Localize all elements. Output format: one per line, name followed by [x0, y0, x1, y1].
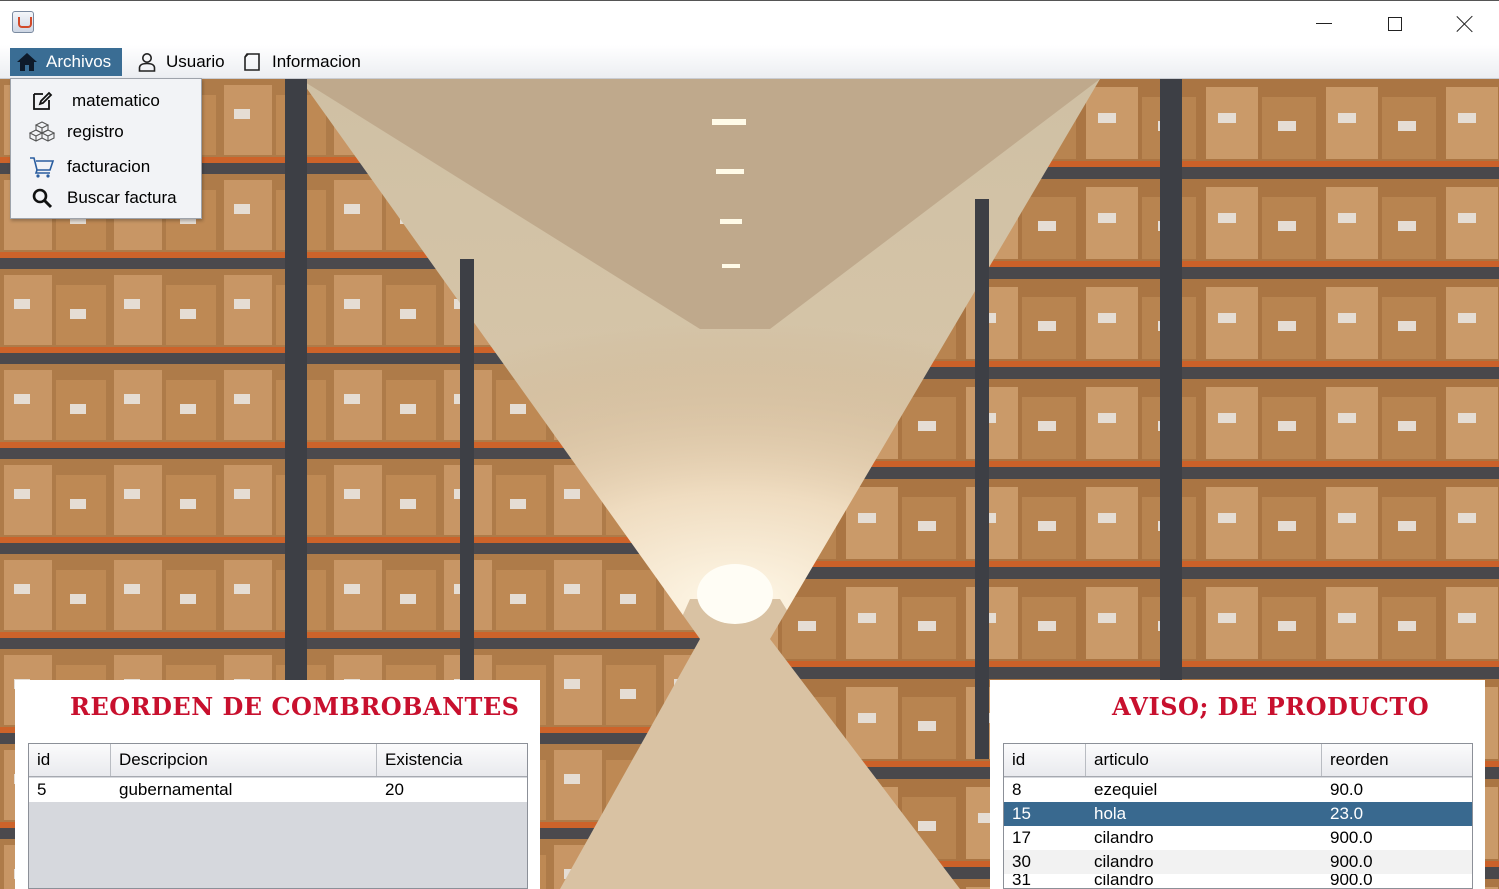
- cell-id: 17: [1012, 828, 1031, 847]
- cell-id: 8: [1012, 780, 1022, 799]
- menu-item-label: registro: [67, 122, 124, 141]
- close-button[interactable]: [1430, 1, 1499, 46]
- menu-informacion-label: Informacion: [272, 52, 361, 71]
- cell-articulo: cilandro: [1094, 874, 1154, 888]
- cell-id: 30: [1012, 852, 1031, 871]
- menu-informacion[interactable]: Informacion: [236, 48, 367, 76]
- cell-articulo: cilandro: [1094, 852, 1154, 871]
- cell-descripcion: gubernamental: [119, 780, 233, 799]
- table-row[interactable]: 31 cilandro 900.0: [1004, 874, 1472, 888]
- cell-articulo: cilandro: [1094, 828, 1154, 847]
- aviso-panel: AVISO; DE PRODUCTO id articulo reorden 8…: [990, 680, 1485, 889]
- menu-item-buscar-factura[interactable]: Buscar factura: [11, 183, 201, 213]
- table-row[interactable]: 17 cilandro 900.0: [1004, 826, 1472, 850]
- column-header-articulo[interactable]: articulo: [1086, 744, 1322, 776]
- reorden-table[interactable]: id Descripcion Existencia 5 gubernamenta…: [28, 743, 528, 889]
- minimize-icon: [1316, 23, 1332, 24]
- menu-usuario[interactable]: Usuario: [130, 48, 231, 76]
- edit-icon: [29, 88, 55, 114]
- boxes-icon: [29, 119, 55, 145]
- column-header-existencia[interactable]: Existencia: [377, 744, 527, 776]
- document-icon: [242, 51, 264, 73]
- panel-title: AVISO; DE PRODUCTO: [1112, 692, 1430, 721]
- menu-item-matematico[interactable]: matematico: [11, 86, 201, 116]
- column-header-id[interactable]: id: [29, 744, 111, 776]
- cell-reorden: 900.0: [1330, 828, 1373, 847]
- cell-reorden: 23.0: [1330, 804, 1364, 823]
- menu-item-facturacion[interactable]: facturacion: [11, 152, 201, 182]
- menu-item-label: facturacion: [67, 157, 151, 176]
- cell-reorden: 900.0: [1330, 874, 1373, 888]
- minimize-button[interactable]: [1289, 1, 1359, 46]
- menu-usuario-label: Usuario: [166, 52, 225, 71]
- cell-id: 31: [1012, 874, 1031, 888]
- menubar: Archivos Usuario Informacion: [0, 45, 1499, 79]
- archivos-dropdown: matematico registro facturacion Buscar f…: [10, 78, 202, 219]
- cell-id: 5: [37, 780, 47, 799]
- cell-reorden: 90.0: [1330, 780, 1364, 799]
- java-cup-icon: [12, 11, 34, 33]
- table-row[interactable]: 8 ezequiel 90.0: [1004, 778, 1472, 802]
- aviso-table[interactable]: id articulo reorden 8 ezequiel 90.0 15 h…: [1003, 743, 1473, 889]
- window-titlebar: [0, 0, 1499, 45]
- table-header: id articulo reorden: [1004, 744, 1472, 777]
- close-icon: [1456, 15, 1474, 33]
- maximize-button[interactable]: [1360, 1, 1430, 46]
- reorden-panel: REORDEN DE COMBROBANTES id Descripcion E…: [15, 680, 540, 889]
- table-row[interactable]: 30 cilandro 900.0: [1004, 850, 1472, 874]
- panel-title: REORDEN DE COMBROBANTES: [70, 692, 520, 721]
- cell-existencia: 20: [385, 780, 404, 799]
- cell-id: 15: [1012, 804, 1031, 823]
- menu-archivos[interactable]: Archivos: [10, 48, 122, 76]
- cart-icon: [29, 154, 55, 180]
- cell-articulo: hola: [1094, 804, 1127, 823]
- table-header: id Descripcion Existencia: [29, 744, 527, 777]
- menu-item-label: Buscar factura: [67, 188, 177, 207]
- cell-articulo: ezequiel: [1094, 780, 1158, 799]
- cell-reorden: 900.0: [1330, 852, 1373, 871]
- menu-archivos-label: Archivos: [46, 52, 112, 71]
- menu-item-label: matematico: [72, 91, 160, 110]
- menu-item-registro[interactable]: registro: [11, 117, 201, 147]
- user-icon: [136, 51, 158, 73]
- table-row-selected[interactable]: 15 hola 23.0: [1004, 802, 1472, 826]
- search-icon: [29, 185, 55, 211]
- home-icon: [16, 51, 38, 73]
- column-header-id[interactable]: id: [1004, 744, 1086, 776]
- column-header-reorden[interactable]: reorden: [1322, 744, 1472, 776]
- table-row[interactable]: 5 gubernamental 20: [29, 778, 527, 802]
- column-header-descripcion[interactable]: Descripcion: [111, 744, 377, 776]
- maximize-icon: [1388, 16, 1402, 31]
